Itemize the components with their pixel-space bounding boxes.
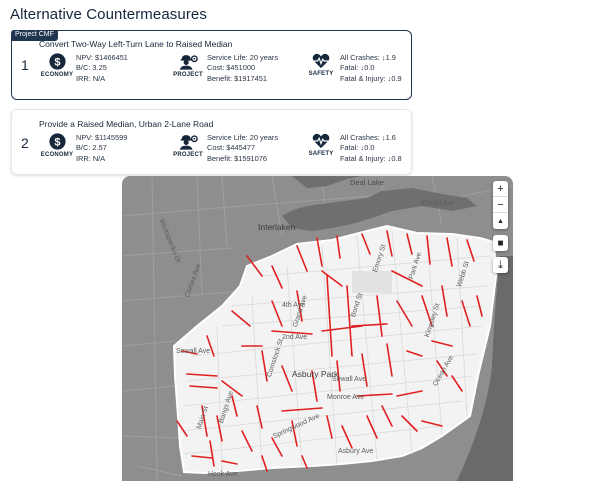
economy-block: $ ECONOMY NPV: $1145599 B/C: 2.57 IRR: N… [40,133,128,164]
map-label-sewall-ave-west: Sewall Ave [176,348,211,355]
worker-icon [179,55,198,70]
map-view[interactable]: Deal Lake Interlaken Euclid Ave Wickapec… [122,176,513,481]
countermeasure-number: 2 [21,135,29,151]
map-label-heck-ave: Heck Ave [208,471,238,478]
zoom-in-button[interactable]: + [493,181,508,197]
map-label-deal-lake: Deal Lake [350,178,384,187]
cost-value: Cost: $445477 [207,143,256,153]
map-label-monroe-ave: Monroe Ave [327,394,365,401]
map-label-sewall-ave: Sewall Ave [332,376,367,383]
safety-block: SAFETY All Crashes: ↓1.9 Fatal: ↓0.0 Fat… [304,53,402,84]
map-label-interlaken: Interlaken [258,222,296,232]
irr-value: IRR: N/A [76,153,106,163]
project-label: PROJECT [173,152,203,158]
download-control: ⤓ [493,257,508,273]
zoom-controls: + − ▲ [493,181,508,229]
service-life-value: Service Life: 20 years [207,133,279,142]
npv-value: NPV: $1145599 [76,133,128,142]
heartbeat-icon [312,53,330,69]
irr-value: IRR: N/A [76,73,106,83]
map-label-euclid-ave: Euclid Ave [422,200,455,207]
countermeasure-card-1[interactable]: Project CMF 1 Convert Two-Way Left-Turn … [11,30,412,100]
map-label-second-ave: 2nd Ave [282,334,308,341]
safety-block: SAFETY All Crashes: ↓1.6 Fatal: ↓0.0 Fat… [304,133,402,164]
heartbeat-icon [312,133,330,149]
dollar-icon: $ [48,53,66,70]
page-title: Alternative Countermeasures [10,6,207,23]
fatal-injury-value: Fatal & Injury: ↓0.9 [340,73,402,83]
npv-value: NPV: $1466451 [76,53,128,62]
all-crashes-value: All Crashes: ↓1.9 [340,53,396,62]
compass-button[interactable]: ▲ [493,213,508,229]
download-button[interactable]: ⤓ [493,257,508,273]
worker-icon [179,135,198,150]
safety-label: SAFETY [308,71,334,77]
project-block: PROJECT Service Life: 20 years Cost: $45… [171,53,278,84]
dollar-icon: $ [48,133,66,150]
map-canvas[interactable] [122,176,513,481]
fatal-value: Fatal: ↓0.0 [340,143,375,153]
project-label: PROJECT [173,72,203,78]
all-crashes-value: All Crashes: ↓1.6 [340,133,396,142]
layers-control: ■ [493,235,508,251]
bc-value: B/C: 3.25 [76,63,107,73]
fatal-value: Fatal: ↓0.0 [340,63,375,73]
deal-lake [282,188,477,231]
economy-block: $ ECONOMY NPV: $1466451 B/C: 3.25 IRR: N… [40,53,128,84]
economy-label: ECONOMY [40,72,74,78]
countermeasure-number: 1 [21,57,29,73]
service-life-value: Service Life: 20 years [207,53,279,62]
cost-value: Cost: $451000 [207,63,256,73]
bc-value: B/C: 2.57 [76,143,107,153]
benefit-value: Benefit: $1917451 [207,73,267,83]
fatal-injury-value: Fatal & Injury: ↓0.8 [340,153,402,163]
zoom-out-button[interactable]: − [493,197,508,213]
project-block: PROJECT Service Life: 20 years Cost: $44… [171,133,278,164]
svg-text:$: $ [54,136,60,148]
map-label-asbury-ave: Asbury Ave [338,448,374,455]
svg-text:$: $ [54,56,60,68]
countermeasure-title: Convert Two-Way Left-Turn Lane to Raised… [39,39,233,49]
countermeasure-title: Provide a Raised Median, Urban 2-Lane Ro… [39,119,214,129]
safety-label: SAFETY [308,151,334,157]
countermeasure-card-2[interactable]: 2 Provide a Raised Median, Urban 2-Lane … [11,109,412,175]
layers-button[interactable]: ■ [493,235,508,251]
economy-label: ECONOMY [40,152,74,158]
benefit-value: Benefit: $1591076 [207,153,267,163]
